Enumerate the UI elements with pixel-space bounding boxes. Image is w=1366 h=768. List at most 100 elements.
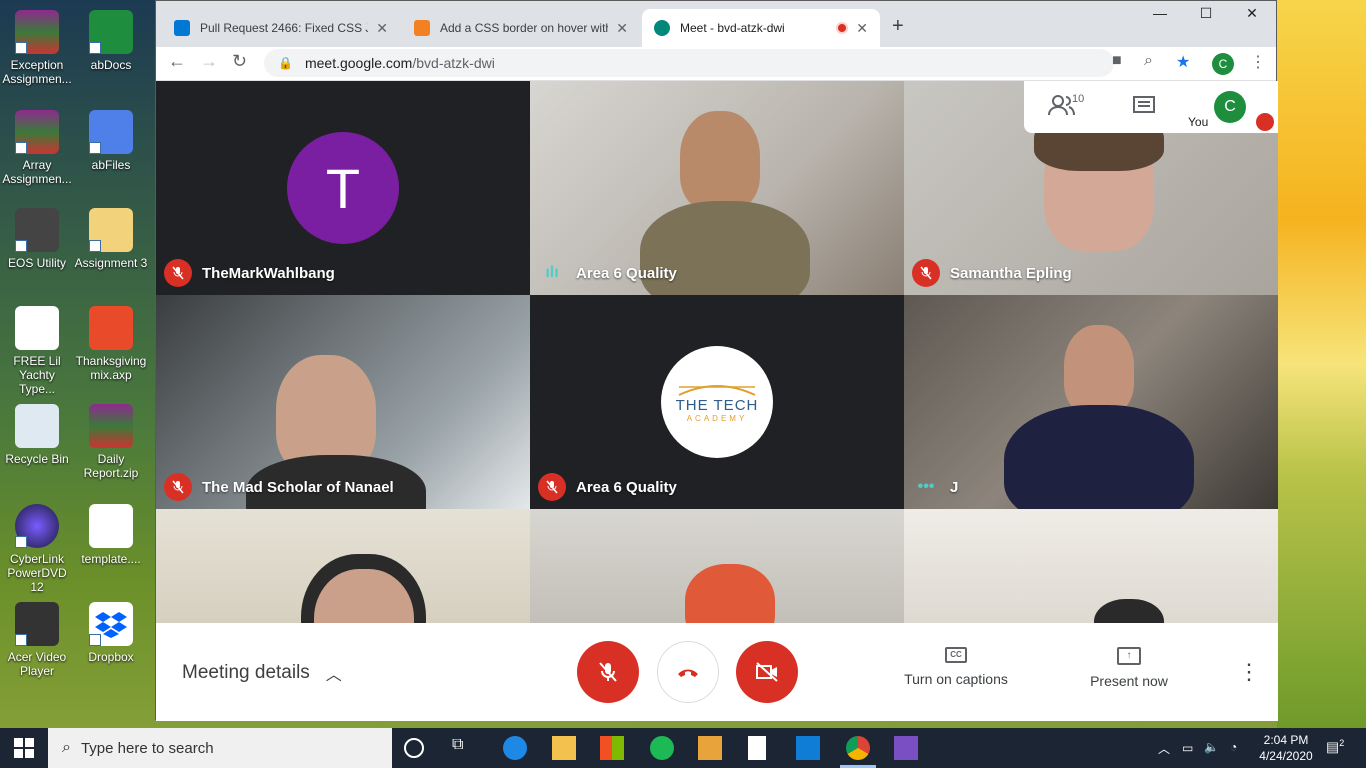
participant-tile-themarkwahlbang: T TheMarkWahlbang <box>156 81 530 295</box>
maximize-button[interactable]: ☐ <box>1183 5 1229 22</box>
visual-studio-icon[interactable] <box>894 736 918 760</box>
wifi-icon[interactable]: ◔ <box>1230 740 1237 754</box>
mic-toggle-button[interactable] <box>577 641 639 703</box>
desktop-wallpaper <box>1277 0 1366 728</box>
bookmark-star-icon[interactable]: ★ <box>1176 52 1190 72</box>
tab-pull-request[interactable]: Pull Request 2466: Fixed CSS Jitte ✕ <box>162 9 400 47</box>
desktop-icon-free-lil-yachty[interactable]: FREE Lil Yachty Type... <box>0 306 74 396</box>
participant-avatar: T <box>287 132 399 244</box>
desktop-icon-template[interactable]: template.... <box>74 504 148 566</box>
cortana-icon[interactable] <box>404 738 424 758</box>
winrar-icon <box>89 404 133 448</box>
tray-chevron-icon[interactable]: ︿ <box>1158 740 1170 757</box>
chrome-window: Pull Request 2466: Fixed CSS Jitte ✕ Add… <box>155 0 1278 721</box>
clapperboard-icon <box>15 602 59 646</box>
desktop-icon-eos-utility[interactable]: EOS Utility <box>0 208 74 270</box>
desktop-icon-dropbox[interactable]: Dropbox <box>74 602 148 664</box>
taskbar-search[interactable]: ⌕ Type here to search <box>48 728 392 768</box>
desktop-icon-exception-assignment[interactable]: Exception Assignmen... <box>0 10 74 86</box>
desktop-icon-thanksgiving-mix[interactable]: Thanksgiving mix.axp <box>74 306 148 382</box>
tab-strip: Pull Request 2466: Fixed CSS Jitte ✕ Add… <box>156 1 1276 47</box>
meeting-details-button[interactable]: Meeting details ︿ <box>182 661 342 685</box>
chrome-taskbar-icon[interactable] <box>846 736 870 760</box>
captions-icon: CC <box>945 647 967 663</box>
play-disc-icon <box>15 504 59 548</box>
desktop-icon-powerdvd[interactable]: CyberLink PowerDVD 12 <box>0 504 74 594</box>
participant-tile-mad-scholar: The Mad Scholar of Nanael <box>156 295 530 509</box>
mic-off-icon <box>164 259 192 287</box>
self-avatar[interactable]: C <box>1214 91 1246 123</box>
audio-file-icon <box>15 306 59 350</box>
volume-icon[interactable]: 🔈 <box>1204 740 1219 754</box>
mic-off-icon <box>164 473 192 501</box>
edge-icon[interactable] <box>503 736 527 760</box>
notepad-icon[interactable] <box>748 736 766 760</box>
desktop-icon-abdocs[interactable]: abDocs <box>74 10 148 72</box>
edge-html-icon <box>89 504 133 548</box>
mail-icon[interactable] <box>796 736 820 760</box>
participants-button[interactable]: 10 <box>1048 93 1084 117</box>
file-explorer-icon[interactable] <box>552 736 576 760</box>
tech-academy-logo: THE TECH ACADEMY <box>661 346 773 458</box>
present-now-button[interactable]: ↑ Present now <box>1074 647 1184 689</box>
reload-button[interactable]: ↻ <box>232 51 247 72</box>
azure-devops-icon <box>174 20 190 36</box>
meet-stage: T TheMarkWahlbang ılı Area 6 Quality Sam… <box>156 81 1278 721</box>
close-icon[interactable]: ✕ <box>376 20 388 37</box>
recycle-bin-icon <box>15 404 59 448</box>
winrar-taskbar-icon[interactable] <box>698 736 722 760</box>
chevron-up-icon: ︿ <box>325 667 342 684</box>
lock-icon: 🔒 <box>278 56 293 70</box>
notifications-button[interactable]: ▤2 <box>1326 738 1344 756</box>
speaking-indicator-icon: ılı <box>545 264 559 281</box>
desktop-icon-array-assignment[interactable]: Array Assignmen... <box>0 110 74 186</box>
mic-off-icon <box>912 259 940 287</box>
recording-icon <box>836 22 849 34</box>
close-window-button[interactable]: ✕ <box>1229 5 1275 22</box>
close-icon[interactable]: ✕ <box>856 20 868 37</box>
battery-icon[interactable]: ▭ <box>1182 741 1193 755</box>
winrar-icon <box>15 110 59 154</box>
network-folder-icon <box>89 110 133 154</box>
camera-toggle-button[interactable] <box>736 641 798 703</box>
tab-meet[interactable]: Meet - bvd-atzk-dwi ✕ <box>642 9 880 47</box>
leave-call-button[interactable] <box>657 641 719 703</box>
new-tab-button[interactable]: + <box>892 15 904 38</box>
dropbox-icon <box>89 602 133 646</box>
participant-tile-j: ••• J <box>904 295 1278 509</box>
meet-icon <box>654 20 670 36</box>
minimize-button[interactable]: — <box>1137 5 1183 21</box>
address-bar[interactable]: 🔒 meet.google.com/bvd-atzk-dwi <box>264 49 1114 77</box>
profile-avatar[interactable]: C <box>1212 53 1234 75</box>
forward-button[interactable]: → <box>200 51 218 72</box>
camera-icon <box>15 208 59 252</box>
zoom-icon[interactable]: ⌕ <box>1144 52 1153 70</box>
chat-icon <box>1133 96 1155 113</box>
meet-top-panel: 10 You C <box>1024 81 1278 133</box>
desktop-icon-abfiles[interactable]: abFiles <box>74 110 148 172</box>
start-button[interactable] <box>14 738 34 763</box>
close-icon[interactable]: ✕ <box>616 20 628 37</box>
more-options-icon[interactable]: ⋮ <box>1238 659 1260 685</box>
store-icon[interactable] <box>600 736 624 760</box>
clock[interactable]: 2:04 PM 4/24/2020 <box>1256 732 1316 764</box>
chrome-menu-icon[interactable]: ⋮ <box>1250 52 1266 72</box>
desktop-icon-daily-report[interactable]: Daily Report.zip <box>74 404 148 480</box>
tab-css-border[interactable]: Add a CSS border on hover witho ✕ <box>402 9 640 47</box>
spotify-icon[interactable] <box>650 736 674 760</box>
search-icon: ⌕ <box>62 739 71 756</box>
desktop-icon-recycle-bin[interactable]: Recycle Bin <box>0 404 74 466</box>
audio-project-icon <box>89 306 133 350</box>
present-screen-icon: ↑ <box>1117 647 1141 665</box>
speaking-dots-icon: ••• <box>917 478 935 495</box>
back-button[interactable]: ← <box>168 51 186 72</box>
captions-button[interactable]: CC Turn on captions <box>896 647 1016 687</box>
desktop-icon-assignment-3[interactable]: Assignment 3 <box>74 208 148 270</box>
chat-button[interactable] <box>1132 95 1156 122</box>
desktop-icon-acer-video-player[interactable]: Acer Video Player <box>0 602 74 678</box>
winrar-icon <box>15 10 59 54</box>
windows-taskbar: ⌕ Type here to search ⧉ ︿ ▭ 🔈 ◔ 2:04 PM … <box>0 728 1366 768</box>
browser-toolbar: ← → ↻ 🔒 meet.google.com/bvd-atzk-dwi ■ ⌕… <box>156 47 1276 81</box>
camera-permission-icon[interactable]: ■ <box>1112 52 1122 70</box>
task-view-icon[interactable]: ⧉ <box>452 736 476 760</box>
